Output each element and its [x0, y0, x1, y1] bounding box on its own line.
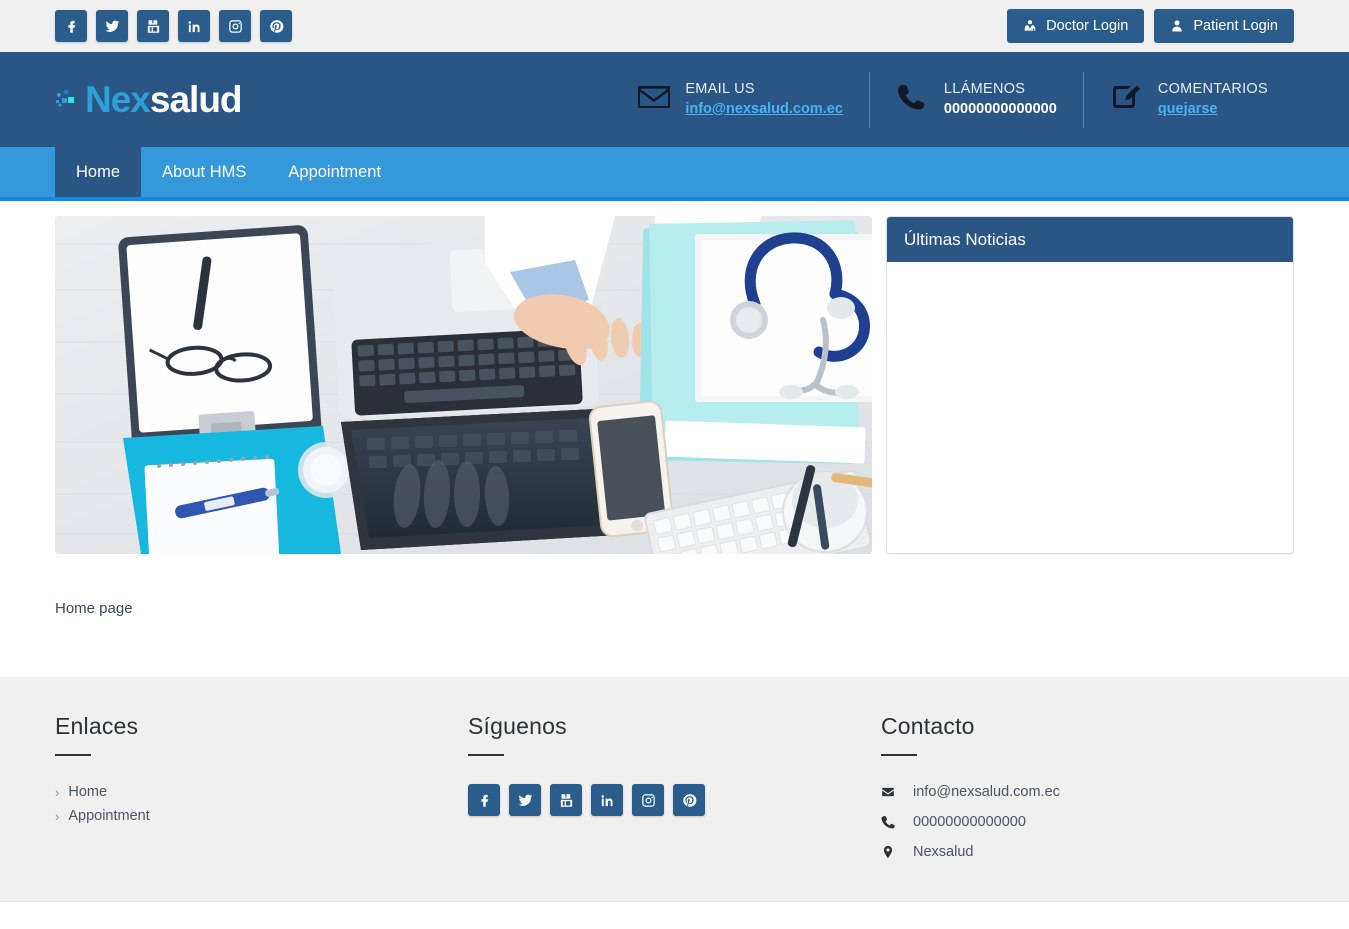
footer-links-rule — [55, 754, 91, 756]
logo-text-salud: salud — [149, 79, 243, 120]
header-contact-phone-value: 00000000000000 — [943, 100, 1057, 117]
main-navigation: Home About HMS Appointment — [0, 147, 1349, 201]
social-link-facebook[interactable] — [55, 10, 87, 42]
nav-item-about-hms-label: About HMS — [162, 162, 247, 181]
logo-pixel-mark — [56, 89, 74, 107]
footer-link-home[interactable]: › Home — [55, 784, 468, 800]
header-contact-feedback-label: COMENTARIOS — [1157, 80, 1268, 97]
twitter-icon — [105, 20, 119, 32]
social-link-pinterest[interactable] — [260, 10, 292, 42]
footer-links-column: Enlaces › Home › Appointment — [55, 713, 468, 902]
facebook-icon — [67, 20, 75, 33]
chevron-right-icon: › — [55, 784, 60, 800]
footer-contact-column: Contacto info@nexsalud.com.ec 0000000000… — [881, 713, 1294, 902]
edit-icon — [1110, 83, 1144, 116]
phone-icon — [896, 83, 930, 116]
phone-icon — [881, 815, 895, 829]
page-title-text: Home page — [55, 600, 133, 617]
footer-contact-location-value: Nexsalud — [913, 844, 974, 860]
hero-illustration — [55, 216, 872, 554]
envelope-icon — [881, 785, 895, 799]
envelope-icon — [637, 83, 671, 116]
login-buttons: Doctor Login Patient Login — [1007, 9, 1294, 43]
nav-item-appointment-label: Appointment — [288, 162, 382, 181]
instagram-icon — [641, 793, 655, 807]
doctor-login-button[interactable]: Doctor Login — [1007, 9, 1145, 43]
header-contact-phone[interactable]: LLÁMENOS 00000000000000 — [870, 72, 1083, 128]
site-footer: Enlaces › Home › Appointment Síguenos Co… — [0, 677, 1349, 902]
linkedin-icon — [601, 794, 612, 806]
social-link-instagram[interactable] — [219, 10, 251, 42]
header-contact-email-label: EMAIL US — [685, 80, 755, 97]
site-logo[interactable]: Nexsalud — [55, 79, 243, 120]
social-link-linkedin[interactable] — [178, 10, 210, 42]
footer-link-appointment[interactable]: › Appointment — [55, 808, 468, 824]
latest-news-panel: Últimas Noticias — [886, 216, 1294, 554]
pinterest-icon — [682, 793, 696, 807]
footer-contact-title: Contacto — [881, 713, 975, 739]
page-title: Home page — [0, 554, 1349, 617]
nav-item-appointment[interactable]: Appointment — [267, 147, 402, 197]
footer-follow-title: Síguenos — [468, 713, 567, 739]
map-pin-icon — [881, 845, 895, 859]
footer-social-link-pinterest[interactable] — [673, 784, 705, 816]
nav-item-home-label: Home — [76, 162, 121, 181]
latest-news-title: Últimas Noticias — [904, 229, 1026, 249]
latest-news-header: Últimas Noticias — [887, 217, 1293, 262]
logo-text-nex: Nex — [85, 79, 151, 120]
footer-social-link-linkedin[interactable] — [591, 784, 623, 816]
top-bar: Doctor Login Patient Login — [0, 0, 1349, 52]
header-contact-feedback[interactable]: COMENTARIOS quejarse — [1084, 72, 1294, 128]
chevron-right-icon: › — [55, 808, 60, 824]
latest-news-body — [887, 262, 1293, 553]
footer-contact-rule — [881, 754, 917, 756]
social-link-twitter[interactable] — [96, 10, 128, 42]
nav-item-home[interactable]: Home — [55, 147, 142, 197]
footer-social-link-youtube[interactable] — [550, 784, 582, 816]
nav-item-about-hms[interactable]: About HMS — [141, 147, 267, 197]
youtube-icon — [147, 19, 159, 33]
main-content: Últimas Noticias — [0, 201, 1349, 554]
header-contact-email-value[interactable]: info@nexsalud.com.ec — [685, 100, 843, 120]
footer-social-links — [468, 784, 881, 816]
social-link-youtube[interactable] — [137, 10, 169, 42]
footer-social-link-instagram[interactable] — [632, 784, 664, 816]
footer-social-link-facebook[interactable] — [468, 784, 500, 816]
top-social-links — [55, 10, 292, 42]
instagram-icon — [228, 19, 242, 33]
linkedin-icon — [188, 20, 199, 32]
pinterest-icon — [269, 19, 283, 33]
hero-banner-image — [55, 216, 872, 554]
footer-link-appointment-label: Appointment — [68, 808, 150, 824]
header-contact-bar: EMAIL US info@nexsalud.com.ec LLÁMENOS 0… — [611, 71, 1294, 128]
doctor-login-label: Doctor Login — [1046, 18, 1129, 34]
footer-social-link-twitter[interactable] — [509, 784, 541, 816]
footer-contact-phone-value: 00000000000000 — [913, 814, 1026, 830]
header-contact-phone-label: LLÁMENOS — [943, 80, 1026, 97]
footer-contact-location: Nexsalud — [881, 844, 1294, 860]
footer-contact-email: info@nexsalud.com.ec — [881, 784, 1294, 800]
footer-link-home-label: Home — [68, 784, 108, 800]
footer-links-title: Enlaces — [55, 713, 139, 739]
header-contact-email[interactable]: EMAIL US info@nexsalud.com.ec — [611, 72, 869, 128]
header-contact-feedback-value[interactable]: quejarse — [1158, 100, 1268, 120]
footer-contact-phone: 00000000000000 — [881, 814, 1294, 830]
site-header: Nexsalud EMAIL US info@nexsalud.com.ec L… — [0, 52, 1349, 147]
patient-login-label: Patient Login — [1193, 18, 1278, 34]
twitter-icon — [518, 794, 532, 806]
user-icon — [1172, 20, 1183, 32]
doctor-icon — [1024, 20, 1036, 31]
patient-login-button[interactable]: Patient Login — [1154, 9, 1294, 43]
youtube-icon — [560, 793, 572, 807]
footer-follow-rule — [468, 754, 504, 756]
footer-contact-email-value: info@nexsalud.com.ec — [913, 784, 1060, 800]
footer-follow-column: Síguenos — [468, 713, 881, 902]
facebook-icon — [480, 794, 488, 807]
